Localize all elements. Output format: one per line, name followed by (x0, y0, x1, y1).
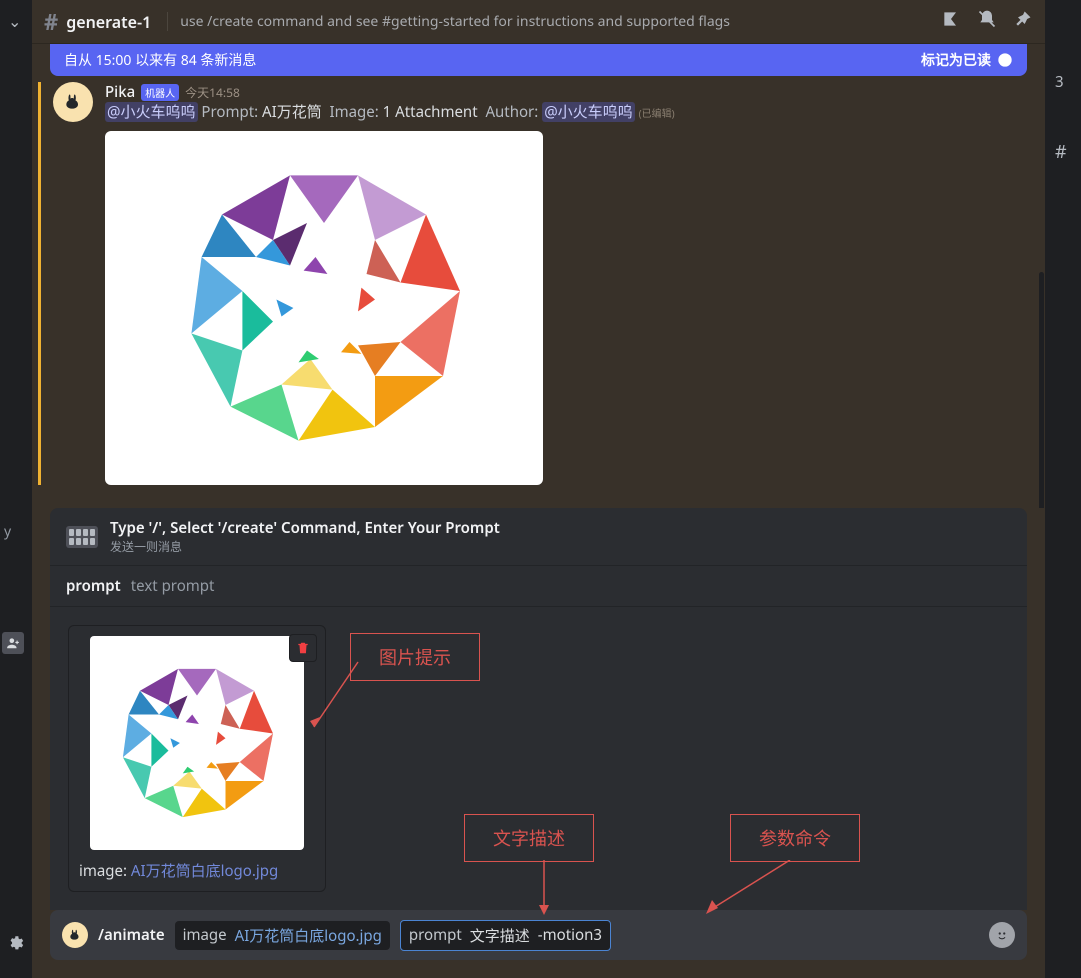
new-messages-bar[interactable]: 自从 15:00 以来有 84 条新消息 标记为已读 (50, 44, 1027, 76)
message-author[interactable]: Pika (105, 82, 135, 102)
slash-command: /animate (98, 925, 165, 945)
channel-name[interactable]: generate-1 (66, 11, 151, 33)
image-value: 1 Attachment (383, 102, 478, 122)
smile-icon (993, 926, 1011, 944)
upload-area: image: AI万花筒白底logo.jpg 图片提示 文字描述 参数命令 (50, 607, 1027, 910)
scrollbar[interactable] (1039, 272, 1044, 508)
person-plus-icon (6, 636, 20, 650)
edited-tag: (已编辑) (639, 106, 675, 120)
upload-filename: image: AI万花筒白底logo.jpg (79, 860, 315, 881)
annotation-text-desc: 文字描述 (464, 814, 594, 862)
pin-icon[interactable] (1013, 9, 1033, 35)
channel-topic[interactable]: use /create command and see #getting-sta… (167, 12, 730, 31)
author-label: Author: (485, 102, 538, 122)
option-name: prompt (66, 576, 121, 596)
kaleidoscope-logo-thumb (102, 648, 292, 838)
message: Pika 机器人 今天14:58 @小火车呜呜 Prompt: AI万花筒 Im… (38, 82, 1027, 485)
side-hash-icon[interactable]: # (1055, 140, 1067, 164)
annotation-image-hint: 图片提示 (350, 633, 480, 681)
message-content: @小火车呜呜 Prompt: AI万花筒 Image: 1 Attachment… (105, 102, 1027, 123)
annotation-arrow-3 (700, 860, 800, 920)
channel-header: # generate-1 use /create command and see… (32, 0, 1045, 44)
param-prompt[interactable]: prompt 文字描述 -motion3 (400, 920, 611, 951)
param-image[interactable]: image AI万花筒白底logo.jpg (175, 921, 390, 950)
command-title: Type '/', Select '/create' Command, Ente… (110, 518, 500, 538)
server-dropdown-chevron[interactable]: ⌄ (0, 0, 32, 42)
filename-link[interactable]: AI万花筒白底logo.jpg (131, 861, 278, 881)
image-label: Image: (330, 102, 379, 122)
annotation-arrow-1 (308, 657, 368, 737)
command-option[interactable]: prompt text prompt (50, 566, 1027, 607)
message-timestamp: 今天14:58 (185, 84, 240, 101)
keyboard-icon (66, 526, 98, 548)
sidebar-letter: y (4, 522, 11, 541)
mark-read-button[interactable]: 标记为已读 (921, 50, 1013, 70)
threads-icon[interactable] (941, 9, 961, 35)
annotation-param-cmd: 参数命令 (730, 814, 860, 862)
upload-card: image: AI万花筒白底logo.jpg (68, 625, 326, 892)
bot-badge: 机器人 (141, 84, 179, 101)
command-subtitle: 发送一则消息 (110, 538, 500, 555)
members-sidebar: 3 # (1045, 0, 1081, 978)
add-people-button[interactable] (2, 632, 24, 654)
avatar[interactable] (53, 82, 93, 122)
message-attachment[interactable] (105, 131, 543, 485)
option-description: text prompt (131, 576, 215, 596)
member-count: 3 (1055, 72, 1064, 92)
rabbit-icon (63, 92, 83, 112)
message-list: Pika 机器人 今天14:58 @小火车呜呜 Prompt: AI万花筒 Im… (32, 76, 1045, 508)
new-messages-text: 自从 15:00 以来有 84 条新消息 (64, 50, 256, 70)
hash-icon: # (44, 7, 58, 37)
annotation-arrow-2 (534, 860, 554, 920)
upload-thumbnail[interactable] (90, 636, 304, 850)
user-mention[interactable]: @小火车呜呜 (105, 102, 198, 122)
notification-icon[interactable] (977, 9, 997, 35)
command-header[interactable]: Type '/', Select '/create' Command, Ente… (50, 508, 1027, 566)
prompt-label: Prompt: (201, 102, 258, 122)
emoji-picker-button[interactable] (989, 922, 1015, 948)
command-bot-avatar (62, 922, 88, 948)
mark-read-icon (997, 52, 1013, 68)
trash-icon (296, 641, 310, 655)
author-mention[interactable]: @小火车呜呜 (542, 102, 635, 122)
command-popup: Type '/', Select '/create' Command, Ente… (50, 508, 1027, 910)
rabbit-icon-small (68, 928, 82, 942)
settings-gear-icon[interactable] (6, 934, 24, 958)
kaleidoscope-logo (154, 138, 494, 478)
channel-main: # generate-1 use /create command and see… (32, 0, 1045, 978)
server-sidebar: ⌄ y (0, 0, 32, 978)
prompt-value: AI万花筒 (262, 102, 322, 122)
